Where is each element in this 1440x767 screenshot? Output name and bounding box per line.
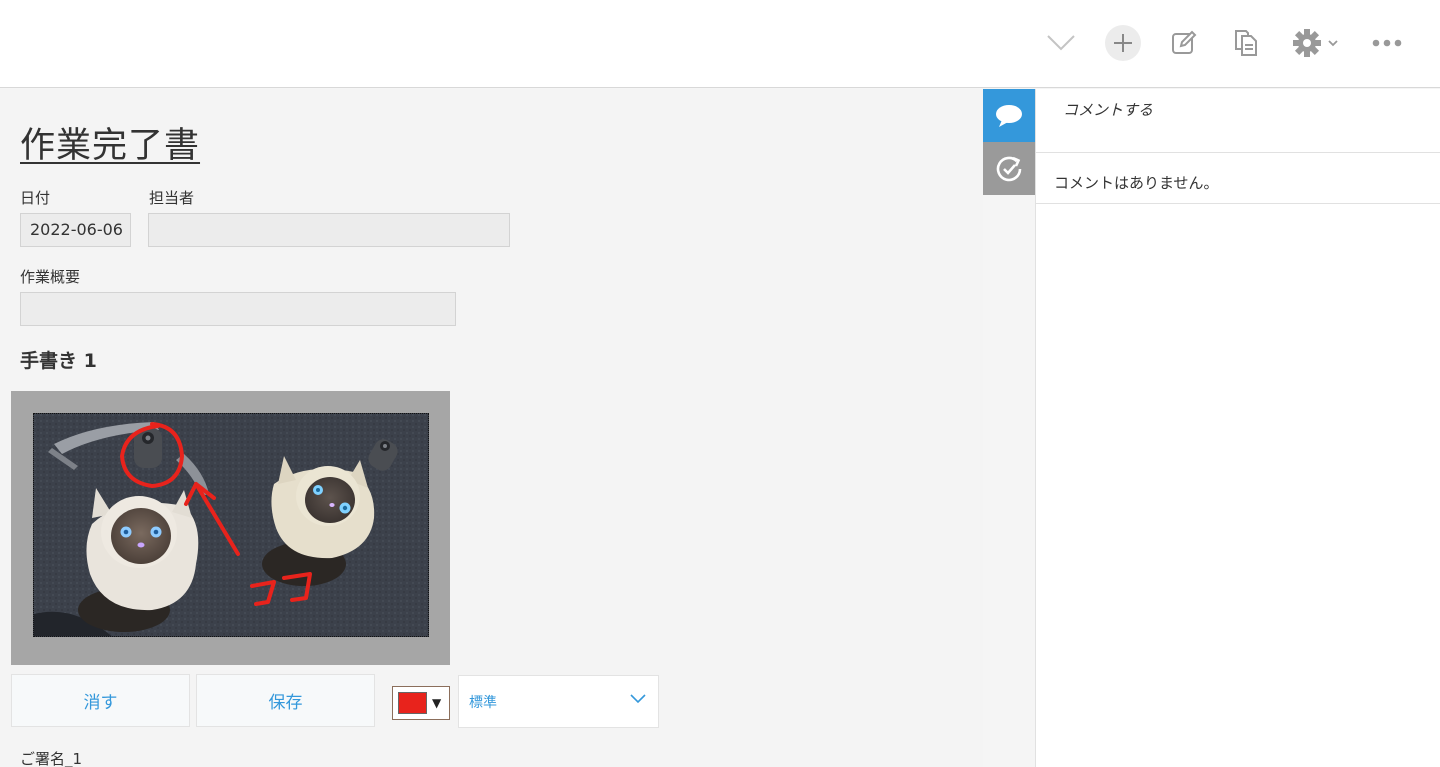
assignee-field[interactable] [148,213,510,247]
comment-panel: コメントする コメントはありません。 [1035,89,1440,767]
history-tab[interactable] [983,142,1035,195]
summary-field[interactable] [20,292,456,326]
assignee-label: 担当者 [149,189,195,207]
erase-button[interactable]: 消す [11,674,190,727]
history-icon [996,156,1022,181]
annotated-photo [34,414,428,636]
comment-icon [996,104,1022,127]
add-record-button[interactable] [1105,25,1141,61]
pen-width-value: 標準 [469,694,497,711]
summary-label: 作業概要 [20,268,81,286]
chevron-down-icon[interactable] [1042,24,1080,62]
date-label: 日付 [20,189,51,207]
handwriting-label: 手書き 1 [20,350,97,372]
date-field[interactable]: 2022-06-06 [20,213,131,247]
more-icon[interactable] [1368,24,1406,62]
comment-tab[interactable] [983,89,1035,142]
pen-color-swatch [398,692,427,714]
dropdown-arrow-icon: ▼ [432,696,442,710]
app-header [0,0,1440,88]
gear-icon[interactable] [1289,24,1343,62]
no-comments-message: コメントはありません。 [1036,153,1440,204]
signature-label: ご署名_1 [20,750,83,767]
pen-color-picker[interactable]: ▼ [392,686,450,720]
page-title: 作業完了書 [20,126,201,166]
chevron-down-icon [630,694,646,704]
edit-icon[interactable] [1165,24,1203,62]
handwriting-canvas[interactable] [33,413,429,637]
pen-width-select[interactable]: 標準 [458,675,659,728]
plus-icon [1114,34,1132,52]
handwriting-canvas-frame [11,391,450,665]
save-button[interactable]: 保存 [196,674,375,727]
comment-input[interactable]: コメントする [1036,89,1440,153]
duplicate-icon[interactable] [1227,24,1265,62]
record-form: 作業完了書 日付 2022-06-06 担当者 作業概要 手書き 1 消す 保存… [0,89,983,767]
